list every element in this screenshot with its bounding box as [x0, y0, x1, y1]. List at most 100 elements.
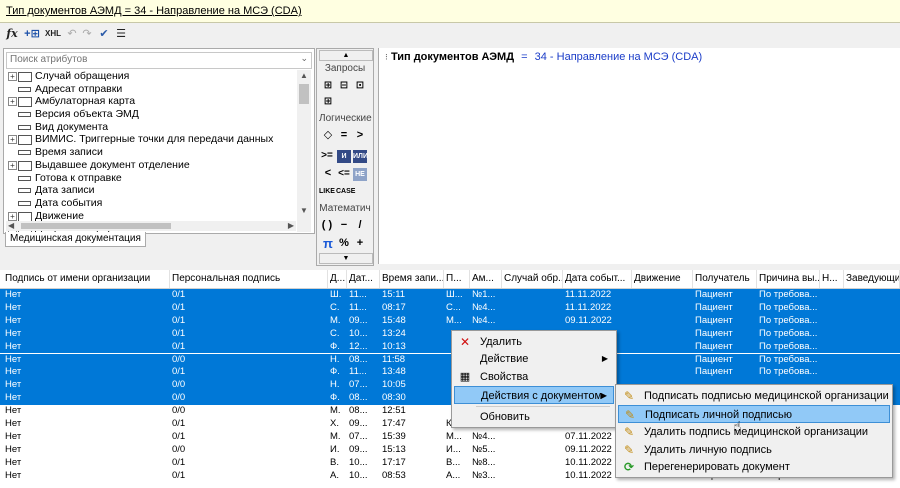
- scroll-left-icon[interactable]: ◀: [8, 221, 14, 230]
- column-header[interactable]: Н...: [820, 270, 844, 288]
- column-header[interactable]: Персональная подпись: [170, 270, 328, 288]
- check-syntax-icon[interactable]: ✔: [97, 25, 111, 43]
- chevron-down-icon[interactable]: ⌄: [300, 53, 308, 64]
- lt-button[interactable]: <: [321, 167, 335, 180]
- expand-icon[interactable]: +: [8, 135, 17, 145]
- expression-operator[interactable]: =: [521, 51, 527, 63]
- expression-panel[interactable]: ⁝ Тип документов АЭМД = 34 - Направление…: [378, 48, 900, 264]
- submenu-item-delete-personal-signature[interactable]: ✎ Удалить личную подпись: [618, 441, 890, 459]
- le-button[interactable]: <=: [336, 167, 352, 180]
- column-header[interactable]: Подпись от имени организации: [3, 270, 170, 288]
- tree-item[interactable]: + Амбулаторная карта: [6, 95, 296, 108]
- pi-button[interactable]: π: [321, 237, 335, 250]
- query-icon-1[interactable]: ⊞: [321, 79, 335, 92]
- column-header[interactable]: Движение: [632, 270, 693, 288]
- fx-icon[interactable]: fx: [5, 25, 19, 43]
- column-header[interactable]: Причина вы...: [757, 270, 820, 288]
- tree-item[interactable]: + Выдавшее документ отделение: [6, 159, 296, 172]
- add-condition-icon[interactable]: +⊞: [22, 25, 42, 43]
- gt-button[interactable]: >: [353, 129, 367, 142]
- filter-link[interactable]: Тип документов АЭМД = 34 - Направление н…: [6, 5, 302, 17]
- table-cell: 15:13: [382, 443, 406, 455]
- xhl-button[interactable]: XHL: [44, 25, 62, 43]
- column-header[interactable]: Заведующи...: [844, 270, 900, 288]
- list-icon[interactable]: ☰: [114, 25, 128, 43]
- plus-button[interactable]: +: [353, 237, 367, 250]
- hscroll-thumb[interactable]: [21, 223, 171, 229]
- sign-pen-icon: ✎: [623, 389, 635, 403]
- submenu-item-delete-org-signature[interactable]: ✎ Удалить подпись медицинской организаци…: [618, 423, 890, 441]
- table-row[interactable]: Нет 0/1 Ш. 11... 15:11 Ш... №1... 11.11.2022 Пац…: [0, 289, 900, 302]
- query-icon-3[interactable]: ⊡: [353, 79, 367, 92]
- scroll-thumb[interactable]: [299, 84, 309, 104]
- tree-item[interactable]: Дата записи: [6, 184, 296, 197]
- tree-item[interactable]: Время записи: [6, 146, 296, 159]
- table-row[interactable]: Нет 0/1 С. 11... 08:17 С... №4... 11.11.2022 Пац…: [0, 301, 900, 315]
- divide-button[interactable]: /: [353, 219, 367, 232]
- column-header[interactable]: Случай обр...: [502, 270, 563, 288]
- attributes-tabs: Медицинская документация: [3, 232, 313, 248]
- attribute-search-input[interactable]: [7, 53, 298, 66]
- scroll-right-icon[interactable]: ▶: [288, 221, 294, 230]
- horizontal-scrollbar[interactable]: ◀ ▶: [6, 221, 296, 231]
- lozenge-button[interactable]: ◇: [321, 129, 335, 142]
- submenu-arrow-icon: ▶: [601, 354, 608, 363]
- column-header[interactable]: П...: [444, 270, 470, 288]
- menu-item-action[interactable]: Действие ▶: [454, 350, 614, 368]
- column-header[interactable]: Дат...: [347, 270, 380, 288]
- expand-icon[interactable]: +: [8, 211, 17, 221]
- table-cell: С.: [330, 327, 340, 339]
- table-row[interactable]: Нет 0/1 Ф. 11... 13:48 Пациент По требова...: [0, 366, 900, 380]
- expand-icon[interactable]: +: [8, 72, 17, 81]
- tree-item[interactable]: Готова к отправке: [6, 172, 296, 185]
- and-button[interactable]: И: [337, 150, 351, 163]
- table-row[interactable]: Нет 0/1 Ф. 12... 10:13 Пациент По требова...: [0, 340, 900, 354]
- ops-scroll-up-icon[interactable]: ▲: [319, 50, 373, 61]
- expand-icon[interactable]: +: [8, 97, 17, 107]
- vertical-scrollbar[interactable]: ▲ ▼: [297, 70, 311, 232]
- expression-field[interactable]: Тип документов АЭМД: [391, 51, 514, 63]
- tree-item[interactable]: Дата события: [6, 197, 296, 210]
- percent-button[interactable]: %: [337, 237, 351, 250]
- expression-line[interactable]: ⁝ Тип документов АЭМД = 34 - Направление…: [385, 51, 702, 63]
- table-row[interactable]: Нет 0/1 С. 10... 13:24 Пациент По требова...: [0, 327, 900, 341]
- scroll-up-icon[interactable]: ▲: [300, 71, 308, 80]
- submenu-item-sign-personal[interactable]: ✎ Подписать личной подписью: [618, 405, 890, 423]
- or-button[interactable]: ИЛИ: [353, 150, 368, 163]
- tab-medical-docs[interactable]: Медицинская документация: [5, 232, 146, 247]
- column-header[interactable]: Д...: [328, 270, 347, 288]
- menu-item-properties[interactable]: ▦ Свойства: [454, 368, 614, 386]
- expression-value[interactable]: 34 - Направление на МСЭ (CDA): [535, 51, 703, 63]
- tree-item[interactable]: + Случай обращения: [6, 70, 296, 83]
- equals-button[interactable]: =: [337, 129, 351, 142]
- submenu-item-sign-org[interactable]: ✎ Подписать подписью медицинской организ…: [618, 387, 890, 405]
- ops-scroll-down-icon[interactable]: ▼: [319, 253, 373, 264]
- redo-icon[interactable]: ↷: [81, 25, 93, 43]
- tree-item[interactable]: + ВИМИС. Триггерные точки для передачи да…: [6, 133, 296, 146]
- column-header[interactable]: Ам...: [470, 270, 502, 288]
- tree-item[interactable]: Вид документа: [6, 121, 296, 134]
- field-icon: [18, 188, 31, 194]
- menu-item-document-actions[interactable]: Действия с документом ▶: [454, 386, 614, 404]
- minus-button[interactable]: −: [337, 219, 351, 232]
- not-button[interactable]: НЕ: [353, 168, 367, 181]
- submenu-item-regenerate[interactable]: ⟳ Перегенерировать документ: [618, 458, 890, 476]
- expand-icon[interactable]: +: [8, 160, 17, 170]
- table-row[interactable]: Нет 0/1 М. 09... 15:48 М... №4... 09.11.2022 Пац…: [0, 314, 900, 328]
- paren-button[interactable]: ( ): [319, 219, 335, 232]
- tree-item[interactable]: Версия объекта ЭМД: [6, 108, 296, 121]
- scroll-down-icon[interactable]: ▼: [300, 206, 308, 215]
- column-header[interactable]: Время запи...: [380, 270, 444, 288]
- query-icon-4[interactable]: ⊞: [321, 95, 335, 108]
- column-header[interactable]: Получатель: [693, 270, 757, 288]
- case-button[interactable]: CASE: [336, 185, 355, 198]
- menu-item-refresh[interactable]: Обновить: [454, 408, 614, 426]
- ge-button[interactable]: >=: [319, 149, 335, 162]
- undo-icon[interactable]: ↶: [66, 25, 78, 43]
- query-icon-2[interactable]: ⊟: [337, 79, 351, 92]
- menu-item-delete[interactable]: ✕ Удалить: [454, 333, 614, 351]
- table-row[interactable]: Нет 0/0 Н. 08... 11:58 Пациент По требова...: [0, 353, 900, 367]
- like-button[interactable]: LIKE: [319, 185, 335, 198]
- column-header[interactable]: Дата событ...: [563, 270, 632, 288]
- tree-item[interactable]: Адресат отправки: [6, 83, 296, 96]
